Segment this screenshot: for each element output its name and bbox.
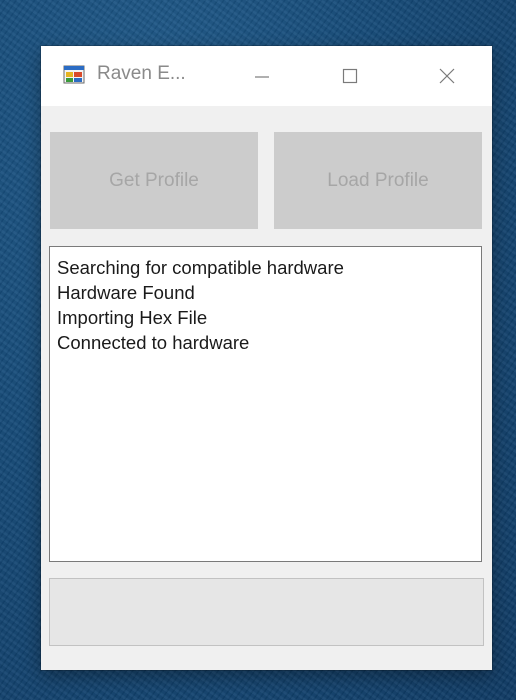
close-button[interactable] (418, 46, 476, 106)
window-title: Raven E... (97, 63, 186, 84)
app-window-icon (63, 64, 85, 86)
load-profile-button[interactable]: Load Profile (274, 132, 482, 229)
minimize-icon (252, 66, 272, 86)
app-window: Raven E... Get Profile Load Profile Sear… (41, 46, 492, 670)
close-icon (437, 66, 457, 86)
log-line: Importing Hex File (57, 307, 208, 328)
log-line: Hardware Found (57, 282, 195, 303)
status-panel (49, 578, 484, 646)
minimize-button[interactable] (233, 46, 291, 106)
log-textbox[interactable]: Searching for compatible hardware Hardwa… (49, 246, 482, 562)
maximize-button[interactable] (321, 46, 379, 106)
get-profile-button[interactable]: Get Profile (50, 132, 258, 229)
title-bar[interactable]: Raven E... (41, 46, 492, 106)
maximize-icon (340, 66, 360, 86)
log-line: Connected to hardware (57, 332, 250, 353)
log-line: Searching for compatible hardware (57, 257, 344, 278)
